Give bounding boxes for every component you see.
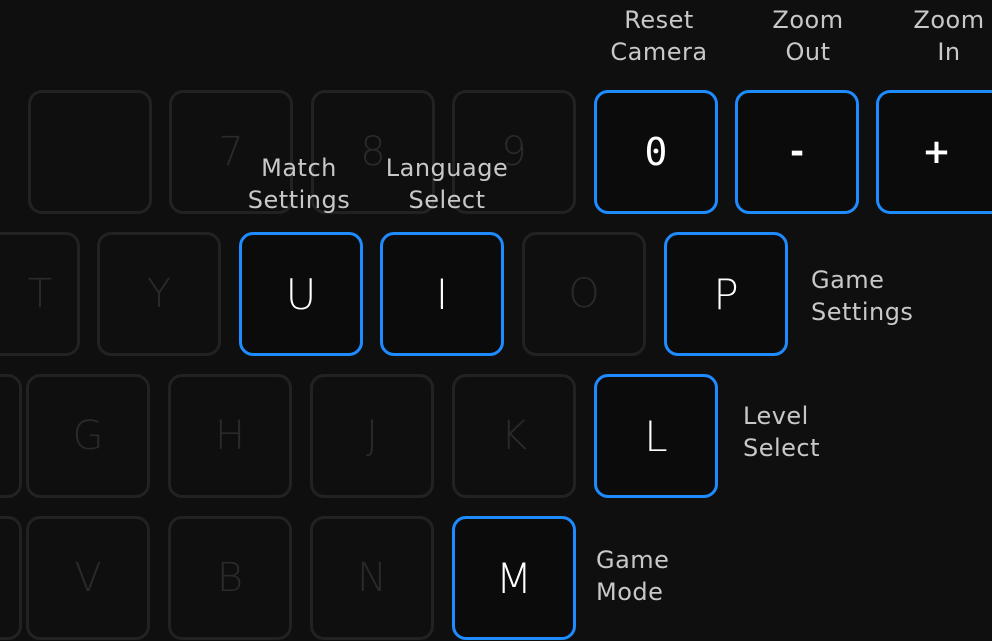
game-mode-label: Game Mode bbox=[596, 546, 670, 606]
key-k: K bbox=[452, 374, 576, 498]
key-minus-label: - bbox=[789, 132, 805, 172]
key-c-faded bbox=[0, 516, 22, 640]
key-n: N bbox=[310, 516, 434, 640]
key-0-label: 0 bbox=[644, 130, 668, 174]
reset-camera-label: Reset Camera bbox=[610, 6, 708, 66]
key-j: J bbox=[310, 374, 434, 498]
key-m-label: M bbox=[495, 553, 533, 603]
key-m-game-mode[interactable]: M bbox=[452, 516, 576, 640]
key-l-label: L bbox=[644, 411, 668, 461]
key-y: Y bbox=[97, 232, 221, 356]
key-g-label: G bbox=[72, 413, 104, 459]
game-settings-label: Game Settings bbox=[811, 266, 914, 326]
level-select-label: Level Select bbox=[743, 402, 821, 462]
key-o: O bbox=[522, 232, 646, 356]
key-i-label: I bbox=[435, 269, 449, 319]
key-t: T bbox=[0, 232, 80, 356]
key-i-language-select[interactable]: I bbox=[380, 232, 504, 356]
key-u-match-settings[interactable]: U bbox=[239, 232, 363, 356]
key-k-label: K bbox=[500, 413, 528, 459]
key-o-label: O bbox=[568, 271, 600, 317]
key-plus-zoom-in[interactable]: + bbox=[876, 90, 992, 214]
key-v: V bbox=[26, 516, 150, 640]
match-settings-label: Match Settings bbox=[247, 154, 351, 214]
zoom-out-label: Zoom Out bbox=[772, 6, 844, 66]
key-n-label: N bbox=[357, 555, 387, 601]
key-p-game-settings[interactable]: P bbox=[664, 232, 788, 356]
key-j-label: J bbox=[366, 413, 378, 459]
key-h-label: H bbox=[214, 413, 246, 459]
key-plus-label: + bbox=[922, 132, 951, 172]
key-l-level-select[interactable]: L bbox=[594, 374, 718, 498]
key-v-label: V bbox=[74, 555, 102, 601]
key-p-label: P bbox=[713, 269, 739, 319]
key-0-reset-camera[interactable]: 0 bbox=[594, 90, 718, 214]
key-u-label: U bbox=[285, 269, 317, 319]
key-t-label: T bbox=[27, 271, 53, 317]
zoom-in-label: Zoom In bbox=[913, 6, 985, 66]
key-minus-zoom-out[interactable]: - bbox=[735, 90, 859, 214]
key-h: H bbox=[168, 374, 292, 498]
keybinding-overlay: 7 8 9 0 - + T Y U I O P G H J K L V B N … bbox=[0, 0, 992, 641]
key-b-label: B bbox=[216, 555, 244, 601]
key-6-faded bbox=[28, 90, 152, 214]
key-f-faded bbox=[0, 374, 22, 498]
language-select-label: Language Select bbox=[385, 154, 509, 214]
key-y-label: Y bbox=[146, 271, 172, 317]
key-b: B bbox=[168, 516, 292, 640]
key-g: G bbox=[26, 374, 150, 498]
